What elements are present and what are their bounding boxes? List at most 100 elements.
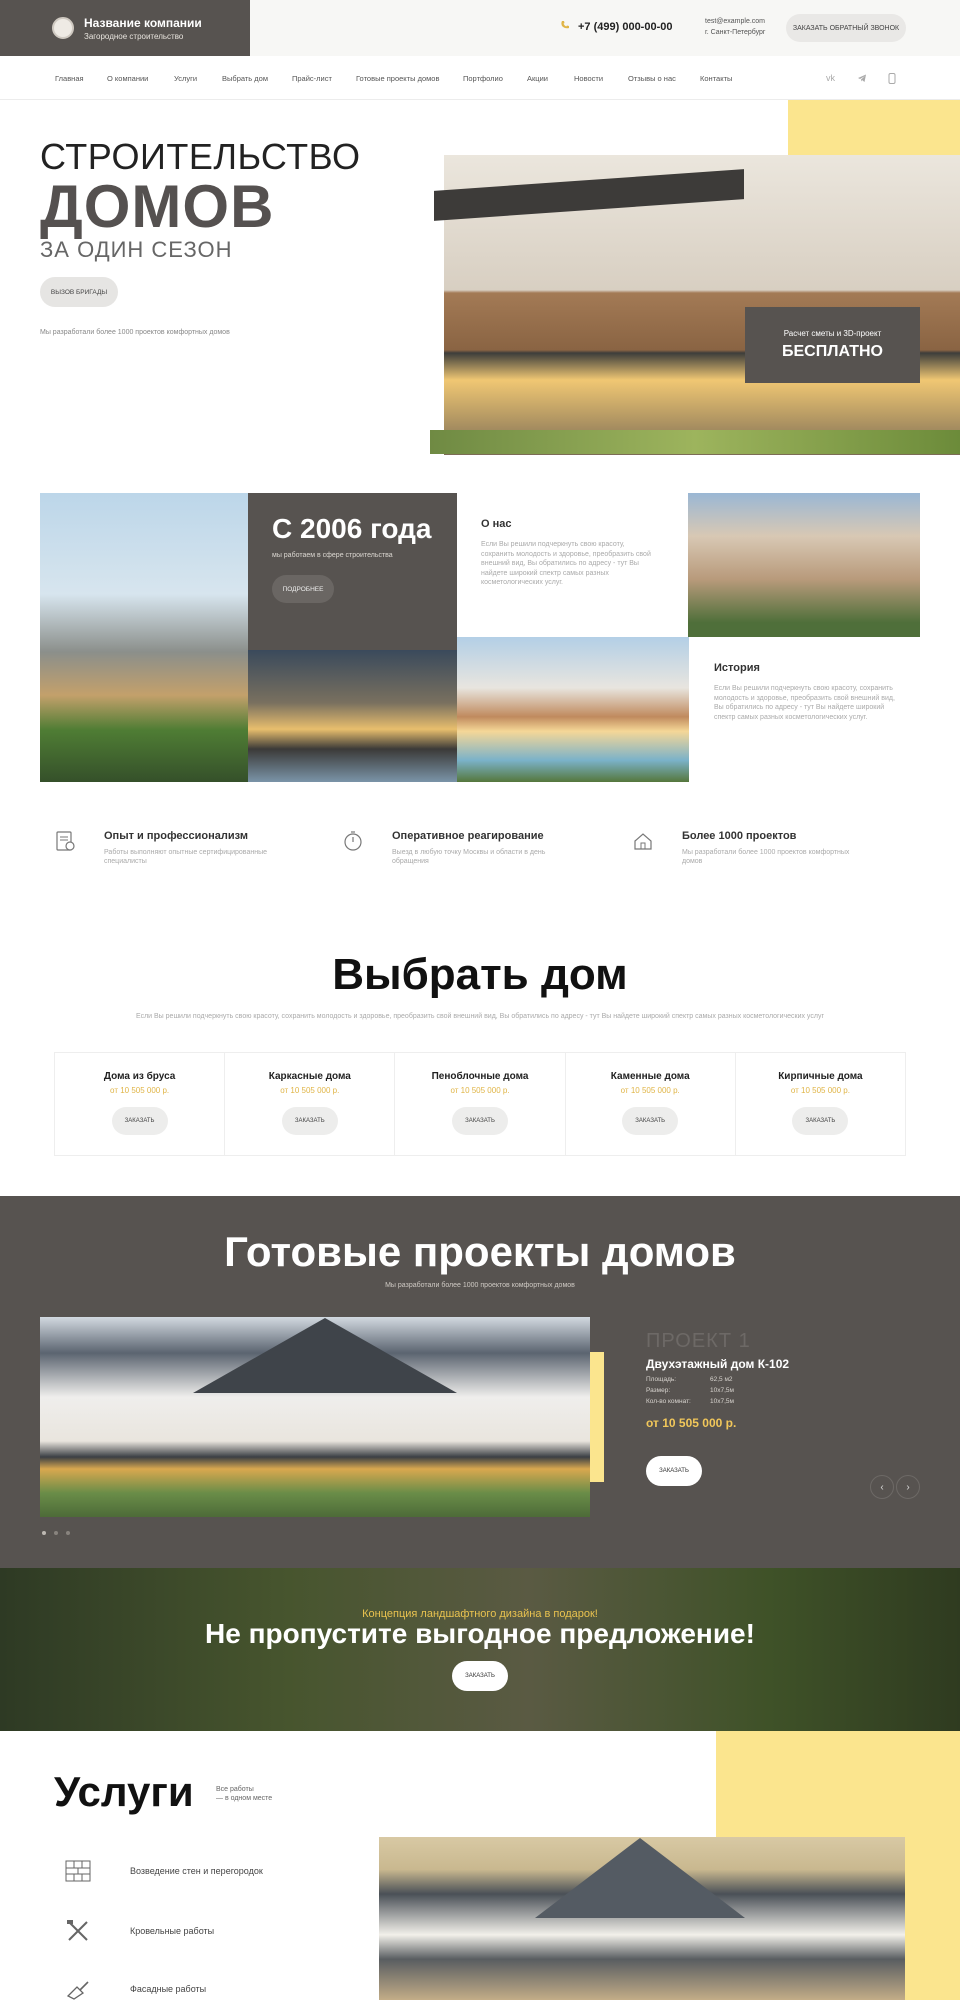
nav-item-reviews[interactable]: Отзывы о нас [628, 74, 676, 83]
project-accent-bar [590, 1352, 604, 1482]
house-type-card[interactable]: Каменные дома от 10 505 000 р. ЗАКАЗАТЬ [566, 1053, 736, 1155]
order-button[interactable]: ЗАКАЗАТЬ [111, 1107, 168, 1135]
project-order-button[interactable]: ЗАКАЗАТЬ [646, 1456, 702, 1486]
nav-item-services[interactable]: Услуги [174, 74, 197, 83]
spec-label: Размер: [646, 1387, 671, 1394]
feature-experience: Опыт и профессионализм Работы выполняют … [52, 828, 302, 868]
order-button[interactable]: ЗАКАЗАТЬ [452, 1107, 508, 1135]
house-type-card[interactable]: Кирпичные дома от 10 505 000 р. ЗАКАЗАТЬ [736, 1053, 905, 1155]
trowel-icon [64, 1975, 92, 2000]
feature-title: Опыт и профессионализм [104, 830, 248, 842]
order-button[interactable]: ЗАКАЗАТЬ [792, 1107, 849, 1135]
next-arrow-icon[interactable]: › [896, 1475, 920, 1499]
service-label: Кровельные работы [130, 1926, 215, 1936]
projects-title: Готовые проекты домов [224, 1228, 736, 1275]
house-type-card[interactable]: Каркасные дома от 10 505 000 р. ЗАКАЗАТЬ [225, 1053, 396, 1155]
company-name: Название компании [84, 15, 202, 30]
promo-line2: БЕСПЛАТНО [782, 343, 883, 360]
choose-house-title: Выбрать дом [332, 950, 628, 999]
since-title: С 2006 года [272, 513, 432, 544]
phone-number[interactable]: +7 (499) 000-00-00 [578, 21, 672, 33]
feature-response: Оперативное реагирование Выезд в любую т… [340, 828, 590, 868]
projects-subtitle: Мы разработали более 1000 проектов комфо… [385, 1282, 575, 1289]
service-item[interactable]: Фасадные работы [64, 1975, 364, 2000]
nav-item-contacts[interactable]: Контакты [700, 74, 732, 83]
slider-dot[interactable] [54, 1531, 58, 1535]
document-check-icon [52, 828, 78, 854]
brick-wall-icon [64, 1857, 92, 1885]
page: Название компании Загородное строительст… [0, 0, 960, 2000]
nav-item-portfolio[interactable]: Портфолио [463, 74, 503, 83]
nav-item-choose-house[interactable]: Выбрать дом [222, 74, 268, 83]
project-name: Двухэтажный дом К-102 [646, 1357, 790, 1371]
prev-arrow-icon[interactable]: ‹ [870, 1475, 894, 1499]
contact-info: test@example.com г. Санкт-Петербург [705, 16, 766, 38]
feature-title: Более 1000 проектов [682, 830, 797, 842]
order-button[interactable]: ЗАКАЗАТЬ [281, 1107, 338, 1135]
feature-title: Оперативное реагирование [392, 830, 544, 842]
slider-dot[interactable] [66, 1531, 70, 1535]
whatsapp-icon[interactable] [888, 73, 896, 86]
about-house-image-1 [40, 493, 248, 782]
nav-item-promotions[interactable]: Акции [527, 74, 548, 83]
slider-dot[interactable] [42, 1531, 46, 1535]
promo-line1: Расчет сметы и 3D-проект [783, 329, 882, 338]
vk-icon[interactable]: vk [826, 73, 835, 83]
offer-title: Не пропустите выгодное предложение! [205, 1618, 755, 1649]
about-text: Если Вы решили подчеркнуть свою красоту,… [481, 541, 651, 586]
service-item[interactable]: Кровельные работы [64, 1917, 364, 1947]
project-number: ПРОЕКТ 1 [646, 1330, 751, 1352]
feature-text: Мы разработали более 1000 проектов комфо… [682, 849, 850, 865]
card-name: Пеноблочные дома [431, 1071, 529, 1082]
call-team-button[interactable]: ВЫЗОВ БРИГАДЫ [40, 277, 118, 307]
house-type-card[interactable]: Пеноблочные дома от 10 505 000 р. ЗАКАЗА… [395, 1053, 566, 1155]
house-type-card[interactable]: Дома из бруса от 10 505 000 р. ЗАКАЗАТЬ [55, 1053, 226, 1155]
card-price: от 10 505 000 р. [280, 1086, 340, 1095]
since-block: С 2006 года мы работаем в сфере строител… [248, 493, 457, 650]
hero-title-line2: ДОМОВ [40, 173, 275, 240]
about-house-image-2 [248, 650, 457, 782]
logo [52, 17, 74, 39]
feature-projects: Более 1000 проектов Мы разработали более… [630, 828, 880, 868]
main-nav: Главная О компании Услуги Выбрать дом Пр… [0, 56, 960, 100]
house-plan-icon [630, 828, 656, 854]
spec-value: 62,5 м2 [710, 1376, 733, 1383]
email-link[interactable]: test@example.com [705, 16, 766, 27]
card-price: от 10 505 000 р. [110, 1086, 170, 1095]
hero-title-line3: ЗА ОДИН СЕЗОН [40, 237, 233, 262]
nav-item-about[interactable]: О компании [107, 74, 148, 83]
brand-block[interactable]: Название компании Загородное строительст… [0, 0, 250, 56]
services-subtitle: Все работы — в одном месте [216, 1785, 272, 1803]
stopwatch-icon [340, 828, 366, 854]
card-name: Каркасные дома [268, 1071, 351, 1082]
telegram-icon[interactable] [857, 73, 867, 85]
history-text: Если Вы решили подчеркнуть свою красоту,… [714, 685, 895, 721]
services-subtitle-line2: — в одном месте [216, 1795, 273, 1802]
phone-icon [560, 20, 570, 33]
nav-item-news[interactable]: Новости [574, 74, 603, 83]
free-estimate-badge[interactable]: Расчет сметы и 3D-проект БЕСПЛАТНО [745, 307, 920, 383]
card-name: Кирпичные дома [778, 1071, 863, 1082]
about-house-image-3 [688, 493, 920, 637]
about-heading: О нас [481, 518, 512, 530]
nav-item-price-list[interactable]: Прайс-лист [292, 74, 332, 83]
card-price: от 10 505 000 р. [620, 1086, 680, 1095]
phone-block[interactable]: +7 (499) 000-00-00 [560, 20, 672, 33]
service-label: Возведение стен и перегородок [130, 1866, 263, 1876]
choose-house-subtitle: Если Вы решили подчеркнуть свою красоту,… [135, 1013, 824, 1020]
roofing-tools-icon [64, 1917, 92, 1945]
more-button[interactable]: ПОДРОБНЕЕ [272, 575, 334, 603]
nav-item-ready-projects[interactable]: Готовые проекты домов [356, 74, 439, 83]
nav-item-home[interactable]: Главная [55, 74, 84, 83]
city-label: г. Санкт-Петербург [705, 29, 766, 36]
service-item[interactable]: Возведение стен и перегородок [64, 1857, 364, 1887]
about-block: О нас Если Вы решили подчеркнуть свою кр… [481, 518, 651, 588]
hero-subtitle: Мы разработали более 1000 проектов комфо… [40, 329, 230, 336]
feature-text: Выезд в любую точку Москвы и области в д… [392, 849, 546, 865]
offer-order-button[interactable]: ЗАКАЗАТЬ [452, 1661, 508, 1691]
services-title: Услуги [54, 1768, 194, 1815]
order-button[interactable]: ЗАКАЗАТЬ [622, 1107, 679, 1135]
card-name: Дома из бруса [103, 1071, 176, 1082]
callback-button[interactable]: ЗАКАЗАТЬ ОБРАТНЫЙ ЗВОНОК [786, 14, 906, 42]
about-house-image-4 [457, 637, 689, 782]
